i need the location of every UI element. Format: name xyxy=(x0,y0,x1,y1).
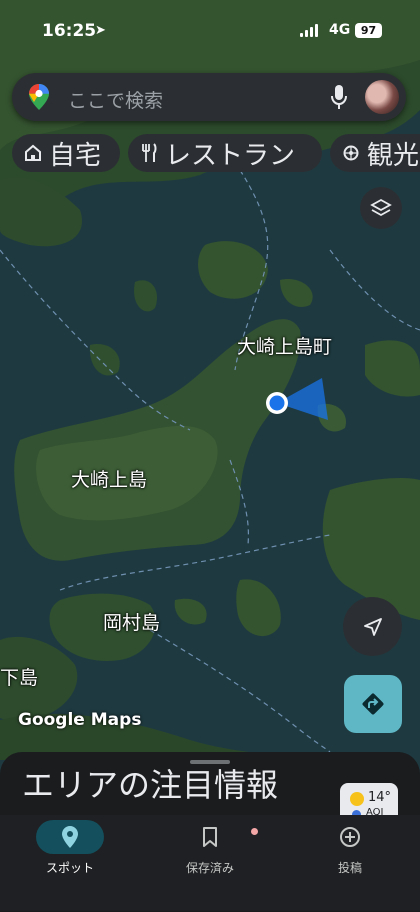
notification-dot xyxy=(251,828,258,835)
nav-label: スポット xyxy=(45,861,94,875)
status-bar: 16:25 ➤ 4G 97 xyxy=(0,0,420,60)
navigation-arrow-icon xyxy=(363,617,382,636)
nav-label: 保存済み xyxy=(185,861,234,875)
avatar[interactable] xyxy=(365,80,399,114)
chip-label: 自宅 xyxy=(49,140,102,171)
search-input[interactable]: ここで検索 xyxy=(68,86,163,113)
map-label-island-main[interactable]: 大崎上島 xyxy=(71,465,147,492)
attraction-icon xyxy=(343,145,359,161)
google-maps-watermark: Google Maps xyxy=(18,710,142,730)
google-maps-pin-icon xyxy=(29,84,49,110)
add-circle-icon xyxy=(340,827,360,847)
battery-indicator: 97 xyxy=(355,23,382,38)
chip-label: 観光 xyxy=(367,140,420,171)
restaurant-icon xyxy=(142,143,157,162)
sun-icon xyxy=(350,792,364,806)
directions-button[interactable] xyxy=(344,675,402,733)
microphone-icon[interactable] xyxy=(330,84,348,110)
chip-home[interactable]: 自宅 xyxy=(12,134,120,172)
nav-icon-container xyxy=(176,820,258,854)
location-pin-icon xyxy=(62,826,78,848)
sheet-drag-handle[interactable] xyxy=(190,760,230,764)
status-time: 16:25 xyxy=(42,21,97,41)
signal-icon xyxy=(300,24,318,37)
directions-icon xyxy=(362,693,384,715)
nav-icon-container xyxy=(36,820,104,854)
bookmark-icon xyxy=(203,827,217,847)
search-bar[interactable]: ここで検索 xyxy=(12,73,406,121)
nav-explore[interactable]: スポット xyxy=(0,815,140,911)
map-label-edge-island[interactable]: 下島 xyxy=(0,663,38,690)
chip-label: レストラン xyxy=(165,140,296,171)
weather-temperature: 14° xyxy=(368,790,392,805)
layers-icon xyxy=(370,198,392,217)
bottom-navigation: スポット 保存済み 投稿 xyxy=(0,815,420,911)
network-type: 4G xyxy=(329,22,351,38)
nav-icon-container xyxy=(316,820,384,854)
nav-saved[interactable]: 保存済み xyxy=(140,815,280,911)
chip-attractions[interactable]: 観光 xyxy=(330,134,420,172)
sheet-title: エリアの注目情報 xyxy=(22,766,279,804)
chip-restaurant[interactable]: レストラン xyxy=(128,134,322,172)
nav-contribute[interactable]: 投稿 xyxy=(280,815,420,911)
map-label-okamura[interactable]: 岡村島 xyxy=(103,608,160,635)
location-arrow-icon: ➤ xyxy=(95,23,106,38)
home-icon xyxy=(25,144,41,161)
my-location-button[interactable] xyxy=(343,597,402,656)
nav-label: 投稿 xyxy=(337,861,362,875)
layers-button[interactable] xyxy=(360,187,402,229)
map-label-town[interactable]: 大崎上島町 xyxy=(237,332,332,359)
